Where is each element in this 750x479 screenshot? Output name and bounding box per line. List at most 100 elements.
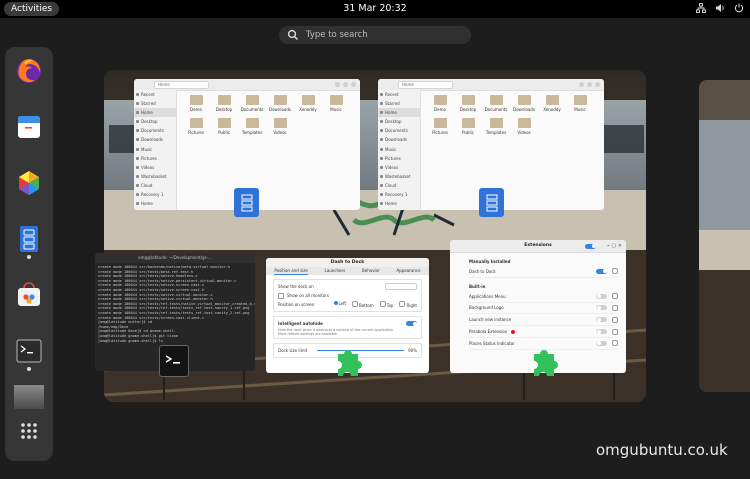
terminal-output[interactable]: create mode 100644 src/backends/native/m… [95,263,255,345]
sidebar-item[interactable]: Pictures [134,154,176,163]
folder-item[interactable]: Demo [182,95,210,112]
activities-button[interactable]: Activities [4,2,60,16]
folder-item[interactable]: Pictures [426,118,454,135]
extension-toggle[interactable] [596,317,607,323]
extension-row[interactable]: Dash to Dock [469,266,618,278]
folder-item[interactable]: Desktop [454,95,482,112]
extension-row[interactable]: Background Logo [469,303,618,315]
folder-item[interactable]: Xenoddy [538,95,566,112]
power-icon[interactable] [734,3,744,13]
terminal-icon[interactable] [15,337,43,365]
radio-bottom[interactable]: Bottom [352,301,374,308]
folder-item[interactable]: Music [322,95,350,112]
extension-row[interactable]: Launch new instance [469,314,618,327]
search-input[interactable] [304,29,458,41]
sidebar-item[interactable]: Documents [134,126,176,135]
folder-item[interactable]: Videos [510,118,538,135]
settings-icon[interactable] [612,316,618,323]
tab-appearance[interactable]: Appearance [397,267,421,275]
settings-icon[interactable] [612,268,618,275]
blank-app-icon[interactable] [14,383,44,411]
sidebar-item[interactable]: Desktop [378,117,420,126]
sidebar-item[interactable]: Recovery 1 [378,190,420,199]
extension-row[interactable]: Parabola Extension [469,326,618,338]
sidebar-item[interactable]: Recovery 1 [134,190,176,199]
path-bar[interactable]: Home [398,80,453,89]
network-icon[interactable] [696,3,706,13]
folder-item[interactable]: Templates [238,118,266,135]
sidebar-item[interactable]: Wastebasket [134,172,176,181]
radio-top[interactable]: Top [379,301,393,308]
software-icon[interactable] [15,169,43,197]
position-radios[interactable]: Left Bottom Top Right [333,301,417,308]
sidebar-item[interactable]: Home [378,199,420,208]
extension-toggle[interactable] [596,293,607,299]
radio-right[interactable]: Right [399,301,417,308]
extension-toggle[interactable] [596,305,607,311]
sidebar-item[interactable]: Home [134,108,176,118]
sidebar-item[interactable]: Music [134,145,176,154]
sidebar-item[interactable]: Wastebasket [378,172,420,181]
sidebar-item[interactable]: Recent [134,90,176,99]
settings-icon[interactable] [612,304,618,311]
window-controls[interactable] [335,82,356,87]
folder-item[interactable]: Pictures [182,118,210,135]
global-extensions-toggle[interactable] [585,243,596,249]
sidebar-item[interactable]: Recent [378,90,420,99]
sidebar-item[interactable]: Desktop [134,117,176,126]
monitor-dropdown[interactable] [385,283,417,290]
files-icon[interactable] [15,225,43,253]
show-apps-icon[interactable] [15,417,43,445]
settings-icon[interactable] [612,340,618,347]
sidebar-item[interactable]: Videos [378,163,420,172]
folder-item[interactable]: Music [566,95,594,112]
settings-icon[interactable] [612,293,618,300]
extension-toggle[interactable] [596,329,607,335]
window-controls[interactable] [579,82,600,87]
folder-item[interactable]: Videos [266,118,294,135]
firefox-icon[interactable] [15,57,43,85]
sidebar-item[interactable]: Home [134,199,176,208]
watermark: omgubuntu.co.uk [596,441,728,459]
folder-item[interactable]: Downloads [510,95,538,112]
sidebar-item[interactable]: Videos [134,163,176,172]
folder-item[interactable]: Downloads [266,95,294,112]
folder-item[interactable]: Xenoddy [294,95,322,112]
folder-item[interactable]: Documents [482,95,510,112]
path-bar[interactable]: Home [154,80,209,89]
sidebar-item[interactable]: Downloads [378,135,420,144]
system-tray[interactable] [696,3,744,13]
sidebar-item[interactable]: Downloads [134,135,176,144]
sidebar-item[interactable]: Documents [378,126,420,135]
tab-launchers[interactable]: Launchers [325,267,346,275]
clock[interactable]: 31 Mar 20:32 [343,3,406,14]
folder-item[interactable]: Demo [426,95,454,112]
folder-item[interactable]: Templates [482,118,510,135]
sidebar-item[interactable]: Starred [134,99,176,108]
folder-item[interactable]: Desktop [210,95,238,112]
folder-item[interactable]: Public [210,118,238,135]
search-bar[interactable] [279,26,471,44]
sidebar-item[interactable]: Cloud [134,181,176,190]
extension-row[interactable]: Applications Menu [469,291,618,303]
tab-behavior[interactable]: Behavior [362,267,380,275]
sidebar-item[interactable]: Cloud [378,181,420,190]
folder-item[interactable]: Public [454,118,482,135]
tab-position[interactable]: Position and size [274,267,308,275]
intellihide-toggle[interactable] [406,321,417,326]
volume-icon[interactable] [715,3,725,13]
sidebar-item[interactable]: Home [378,108,420,118]
all-monitors-checkbox[interactable] [278,292,284,299]
extension-toggle[interactable] [596,268,607,274]
folder-item[interactable]: Documents [238,95,266,112]
sidebar-item[interactable]: Pictures [378,154,420,163]
radio-left[interactable]: Left [333,301,346,308]
software-store-icon[interactable] [15,281,43,309]
workspace-thumbnail-next[interactable] [699,80,750,392]
calendar-icon[interactable] [15,113,43,141]
window-controls[interactable]: – ▢ ✕ [607,240,622,252]
sidebar-item[interactable]: Starred [378,99,420,108]
extension-toggle[interactable] [596,340,607,346]
settings-icon[interactable] [612,328,618,335]
sidebar-item[interactable]: Music [378,145,420,154]
